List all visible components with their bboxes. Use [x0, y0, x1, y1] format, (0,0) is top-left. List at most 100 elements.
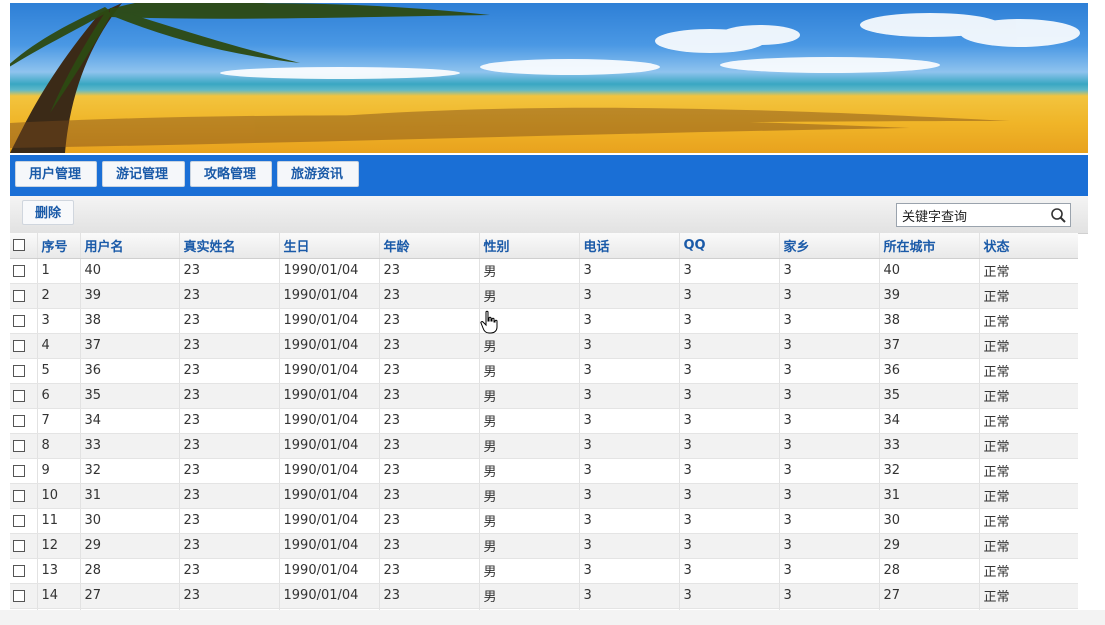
- row-checkbox[interactable]: [13, 414, 25, 427]
- row-checkbox[interactable]: [13, 364, 25, 377]
- col-header-hometown[interactable]: 家乡: [779, 233, 880, 259]
- cell-gender: 男: [479, 408, 580, 434]
- user-table: 序号 用户名 真实姓名 生日 年龄 性别 电话 QQ 家乡 所在城市 状态 14…: [10, 233, 1078, 610]
- cell-city: 29: [879, 533, 980, 559]
- cell-city: 28: [879, 558, 980, 584]
- cell-real-name: 23: [179, 558, 280, 584]
- cell-age: 23: [379, 333, 480, 359]
- row-checkbox[interactable]: [13, 464, 25, 477]
- banner-illustration: [10, 3, 1080, 153]
- cell-gender: 男: [479, 433, 580, 459]
- table-row[interactable]: 4 37 23 1990/01/04 23 男 3 3 3 37 正常: [10, 333, 1078, 359]
- cell-real-name: 23: [179, 508, 280, 534]
- cell-qq: 3: [679, 408, 780, 434]
- table-row[interactable]: 5 36 23 1990/01/04 23 男 3 3 3 36 正常: [10, 358, 1078, 384]
- cell-phone: 3: [579, 383, 680, 409]
- cell-gender: 男: [479, 583, 580, 609]
- cell-status: 正常: [979, 308, 1078, 334]
- row-checkbox[interactable]: [13, 389, 25, 402]
- toolbar: 删除: [10, 196, 1088, 234]
- cell-username: 38: [80, 308, 180, 334]
- cell-index: 8: [37, 433, 81, 459]
- row-checkbox[interactable]: [13, 564, 25, 577]
- search-box[interactable]: [896, 203, 1071, 227]
- cell-status: 正常: [979, 483, 1078, 509]
- table-row[interactable]: 3 38 23 1990/01/04 23 3 3 3 38 正常: [10, 308, 1078, 334]
- table-row[interactable]: 11 30 23 1990/01/04 23 男 3 3 3 30 正常: [10, 508, 1078, 534]
- cell-hometown: 3: [779, 433, 880, 459]
- cell-city: 37: [879, 333, 980, 359]
- table-row[interactable]: 1 40 23 1990/01/04 23 男 3 3 3 40 正常: [10, 258, 1078, 284]
- search-input[interactable]: [902, 206, 1047, 224]
- col-header-gender[interactable]: 性别: [479, 233, 580, 259]
- cell-age: 23: [379, 583, 480, 609]
- table-row[interactable]: 7 34 23 1990/01/04 23 男 3 3 3 34 正常: [10, 408, 1078, 434]
- row-checkbox[interactable]: [13, 314, 25, 327]
- cell-age: 23: [379, 533, 480, 559]
- row-checkbox[interactable]: [13, 289, 25, 302]
- cell-qq: 3: [679, 508, 780, 534]
- cell-status: 正常: [979, 533, 1078, 559]
- cell-phone: 3: [579, 358, 680, 384]
- cell-status: 正常: [979, 333, 1078, 359]
- col-header-city[interactable]: 所在城市: [879, 233, 980, 259]
- bottom-strip: [0, 610, 1105, 625]
- col-header-real-name[interactable]: 真实姓名: [179, 233, 280, 259]
- nav-guide-management[interactable]: 攻略管理: [190, 161, 272, 187]
- cell-birthday: 1990/01/04: [279, 508, 380, 534]
- cell-status: 正常: [979, 408, 1078, 434]
- cell-hometown: 3: [779, 458, 880, 484]
- table-row[interactable]: 2 39 23 1990/01/04 23 男 3 3 3 39 正常: [10, 283, 1078, 309]
- cell-qq: 3: [679, 308, 780, 334]
- table-row[interactable]: 9 32 23 1990/01/04 23 男 3 3 3 32 正常: [10, 458, 1078, 484]
- row-checkbox[interactable]: [13, 439, 25, 452]
- cell-city: 36: [879, 358, 980, 384]
- select-all-checkbox[interactable]: [13, 239, 25, 252]
- cell-gender: 男: [479, 483, 580, 509]
- cell-status: 正常: [979, 283, 1078, 309]
- cell-status: 正常: [979, 508, 1078, 534]
- nav-user-management[interactable]: 用户管理: [15, 161, 97, 187]
- col-header-status[interactable]: 状态: [979, 233, 1078, 259]
- cell-qq: 3: [679, 383, 780, 409]
- row-checkbox[interactable]: [13, 339, 25, 352]
- col-header-phone[interactable]: 电话: [579, 233, 680, 259]
- row-checkbox[interactable]: [13, 539, 25, 552]
- col-header-birthday[interactable]: 生日: [279, 233, 380, 259]
- cell-status: 正常: [979, 558, 1078, 584]
- cell-age: 23: [379, 358, 480, 384]
- table-row[interactable]: 8 33 23 1990/01/04 23 男 3 3 3 33 正常: [10, 433, 1078, 459]
- col-header-index[interactable]: 序号: [37, 233, 81, 259]
- cell-phone: 3: [579, 558, 680, 584]
- table-row[interactable]: 14 27 23 1990/01/04 23 男 3 3 3 27 正常: [10, 583, 1078, 609]
- table-row[interactable]: 12 29 23 1990/01/04 23 男 3 3 3 29 正常: [10, 533, 1078, 559]
- nav-travel-news[interactable]: 旅游资讯: [277, 161, 359, 187]
- cell-phone: 3: [579, 583, 680, 609]
- col-header-qq[interactable]: QQ: [679, 233, 780, 259]
- row-checkbox[interactable]: [13, 514, 25, 527]
- row-checkbox[interactable]: [13, 264, 25, 277]
- nav-travelogue-management[interactable]: 游记管理: [102, 161, 185, 187]
- cell-hometown: 3: [779, 283, 880, 309]
- row-checkbox[interactable]: [13, 489, 25, 502]
- cell-age: 23: [379, 383, 480, 409]
- delete-button[interactable]: 删除: [22, 200, 75, 225]
- main-nav: 用户管理 游记管理 攻略管理 旅游资讯: [10, 155, 1088, 196]
- cell-status: 正常: [979, 583, 1078, 609]
- cell-real-name: 23: [179, 308, 280, 334]
- col-header-age[interactable]: 年龄: [379, 233, 480, 259]
- row-checkbox[interactable]: [13, 589, 25, 602]
- table-row[interactable]: 6 35 23 1990/01/04 23 男 3 3 3 35 正常: [10, 383, 1078, 409]
- cell-status: 正常: [979, 258, 1078, 284]
- search-icon[interactable]: [1050, 207, 1067, 224]
- cell-index: 9: [37, 458, 81, 484]
- cell-real-name: 23: [179, 258, 280, 284]
- cell-city: 40: [879, 258, 980, 284]
- table-row[interactable]: 13 28 23 1990/01/04 23 男 3 3 3 28 正常: [10, 558, 1078, 584]
- cell-index: 12: [37, 533, 81, 559]
- cell-hometown: 3: [779, 483, 880, 509]
- row-select-cell: [10, 558, 38, 584]
- cell-phone: 3: [579, 308, 680, 334]
- col-header-username[interactable]: 用户名: [80, 233, 180, 259]
- table-row[interactable]: 10 31 23 1990/01/04 23 男 3 3 3 31 正常: [10, 483, 1078, 509]
